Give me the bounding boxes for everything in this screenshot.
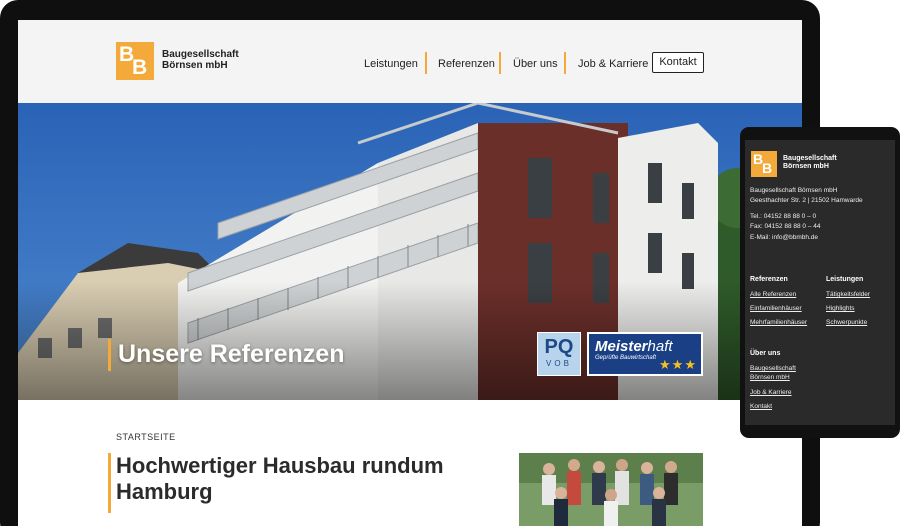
- footer-company: Baugesellschaft Börnsen mbH: [750, 187, 838, 194]
- pq-badge-sublabel: VOB: [546, 359, 572, 368]
- mobile-brand-name: Baugesellschaft Börnsen mbH: [783, 155, 837, 171]
- meisterhaft-badge: Meisterhaft Geprüfte Bauwirtschaft ★★★: [587, 332, 703, 376]
- nav-divider: [425, 52, 427, 74]
- laptop-frame: B B Baugesellschaft Börnsen mbH Leistung…: [0, 0, 820, 526]
- nav-divider: [564, 52, 566, 74]
- nav-divider: [499, 52, 501, 74]
- footer-link-baugesellschaft[interactable]: Baugesellschaft: [750, 364, 796, 373]
- footer-email[interactable]: E-Mail: info@bbmbh.de: [750, 233, 818, 242]
- footer-link-alle-referenzen[interactable]: Alle Referenzen: [750, 290, 796, 299]
- nav-job-karriere[interactable]: Job & Karriere: [578, 58, 648, 70]
- star-rating-icon: ★★★: [659, 357, 697, 372]
- showcase-stage: B B Baugesellschaft Börnsen mbH Leistung…: [0, 0, 900, 526]
- phone-frame: B B Baugesellschaft Börnsen mbH Baugesel…: [740, 127, 900, 438]
- brand-name-line: Baugesellschaft: [162, 49, 239, 60]
- pq-vob-badge: PQ VOB: [537, 332, 581, 376]
- meisterhaft-word-light: haft: [647, 338, 673, 355]
- footer-link-boernsen[interactable]: Börnsen mbH: [750, 373, 790, 382]
- footer-link-kontakt[interactable]: Kontakt: [750, 402, 772, 411]
- footer-link-job-karriere[interactable]: Job & Karriere: [750, 388, 792, 397]
- page-headline: Hochwertiger Hausbau rundum Hamburg: [116, 453, 444, 504]
- meisterhaft-word-bold: Meister: [595, 338, 648, 355]
- footer-link-mehrfamilienhaeuser[interactable]: Mehrfamilienhäuser: [750, 318, 807, 327]
- nav-referenzen[interactable]: Referenzen: [438, 58, 495, 70]
- headline-accent: [108, 453, 111, 513]
- hero-title-accent: [108, 339, 111, 371]
- footer-fax: Fax: 04152 88 88 0 – 44: [750, 223, 821, 230]
- meisterhaft-wordmark: Meisterhaft: [595, 338, 673, 355]
- logo-letter: B: [132, 56, 148, 79]
- brand-name[interactable]: Baugesellschaft Börnsen mbH: [162, 49, 239, 71]
- footer-link-highlights[interactable]: Highlights: [826, 304, 855, 313]
- footer-heading-leistungen: Leistungen: [826, 276, 864, 283]
- kontakt-button[interactable]: Kontakt: [652, 52, 704, 73]
- nav-leistungen[interactable]: Leistungen: [364, 58, 418, 70]
- team-photo: [519, 453, 703, 526]
- footer-phone[interactable]: Tel.: 04152 88 88 0 – 0: [750, 212, 816, 221]
- brand-logo[interactable]: B B: [116, 42, 154, 80]
- footer-heading-referenzen: Referenzen: [750, 276, 788, 283]
- hero-title: Unsere Referenzen: [118, 340, 345, 368]
- mobile-brand-logo[interactable]: B B: [751, 151, 777, 177]
- pq-badge-label: PQ: [544, 336, 574, 358]
- nav-ueber-uns[interactable]: Über uns: [513, 58, 558, 70]
- footer-link-schwerpunkte[interactable]: Schwerpunkte: [826, 318, 867, 327]
- footer-link-taetigkeitsfelder[interactable]: Tätigkeitsfelder: [826, 290, 870, 299]
- team-photo-image: [519, 453, 703, 526]
- breadcrumb[interactable]: STARTSEITE: [116, 432, 176, 442]
- mobile-brand-line: Baugesellschaft: [783, 155, 837, 162]
- mobile-brand-line: Börnsen mbH: [783, 163, 829, 170]
- phone-screen: B B Baugesellschaft Börnsen mbH Baugesel…: [745, 140, 895, 425]
- hero-section: Unsere Referenzen PQ VOB Meisterhaft Gep…: [18, 103, 802, 400]
- meisterhaft-subtitle: Geprüfte Bauwirtschaft: [595, 355, 657, 361]
- footer-link-einfamilienhaeuser[interactable]: Einfamilienhäuser: [750, 304, 802, 313]
- brand-name-line: Börnsen mbH: [162, 60, 228, 71]
- logo-letter: B: [762, 160, 773, 176]
- website-screen: B B Baugesellschaft Börnsen mbH Leistung…: [18, 20, 802, 526]
- footer-heading-ueber-uns: Über uns: [750, 350, 781, 357]
- footer-address: Geesthachter Str. 2 | 21502 Hamwarde: [750, 197, 863, 204]
- site-header: B B Baugesellschaft Börnsen mbH Leistung…: [18, 20, 802, 103]
